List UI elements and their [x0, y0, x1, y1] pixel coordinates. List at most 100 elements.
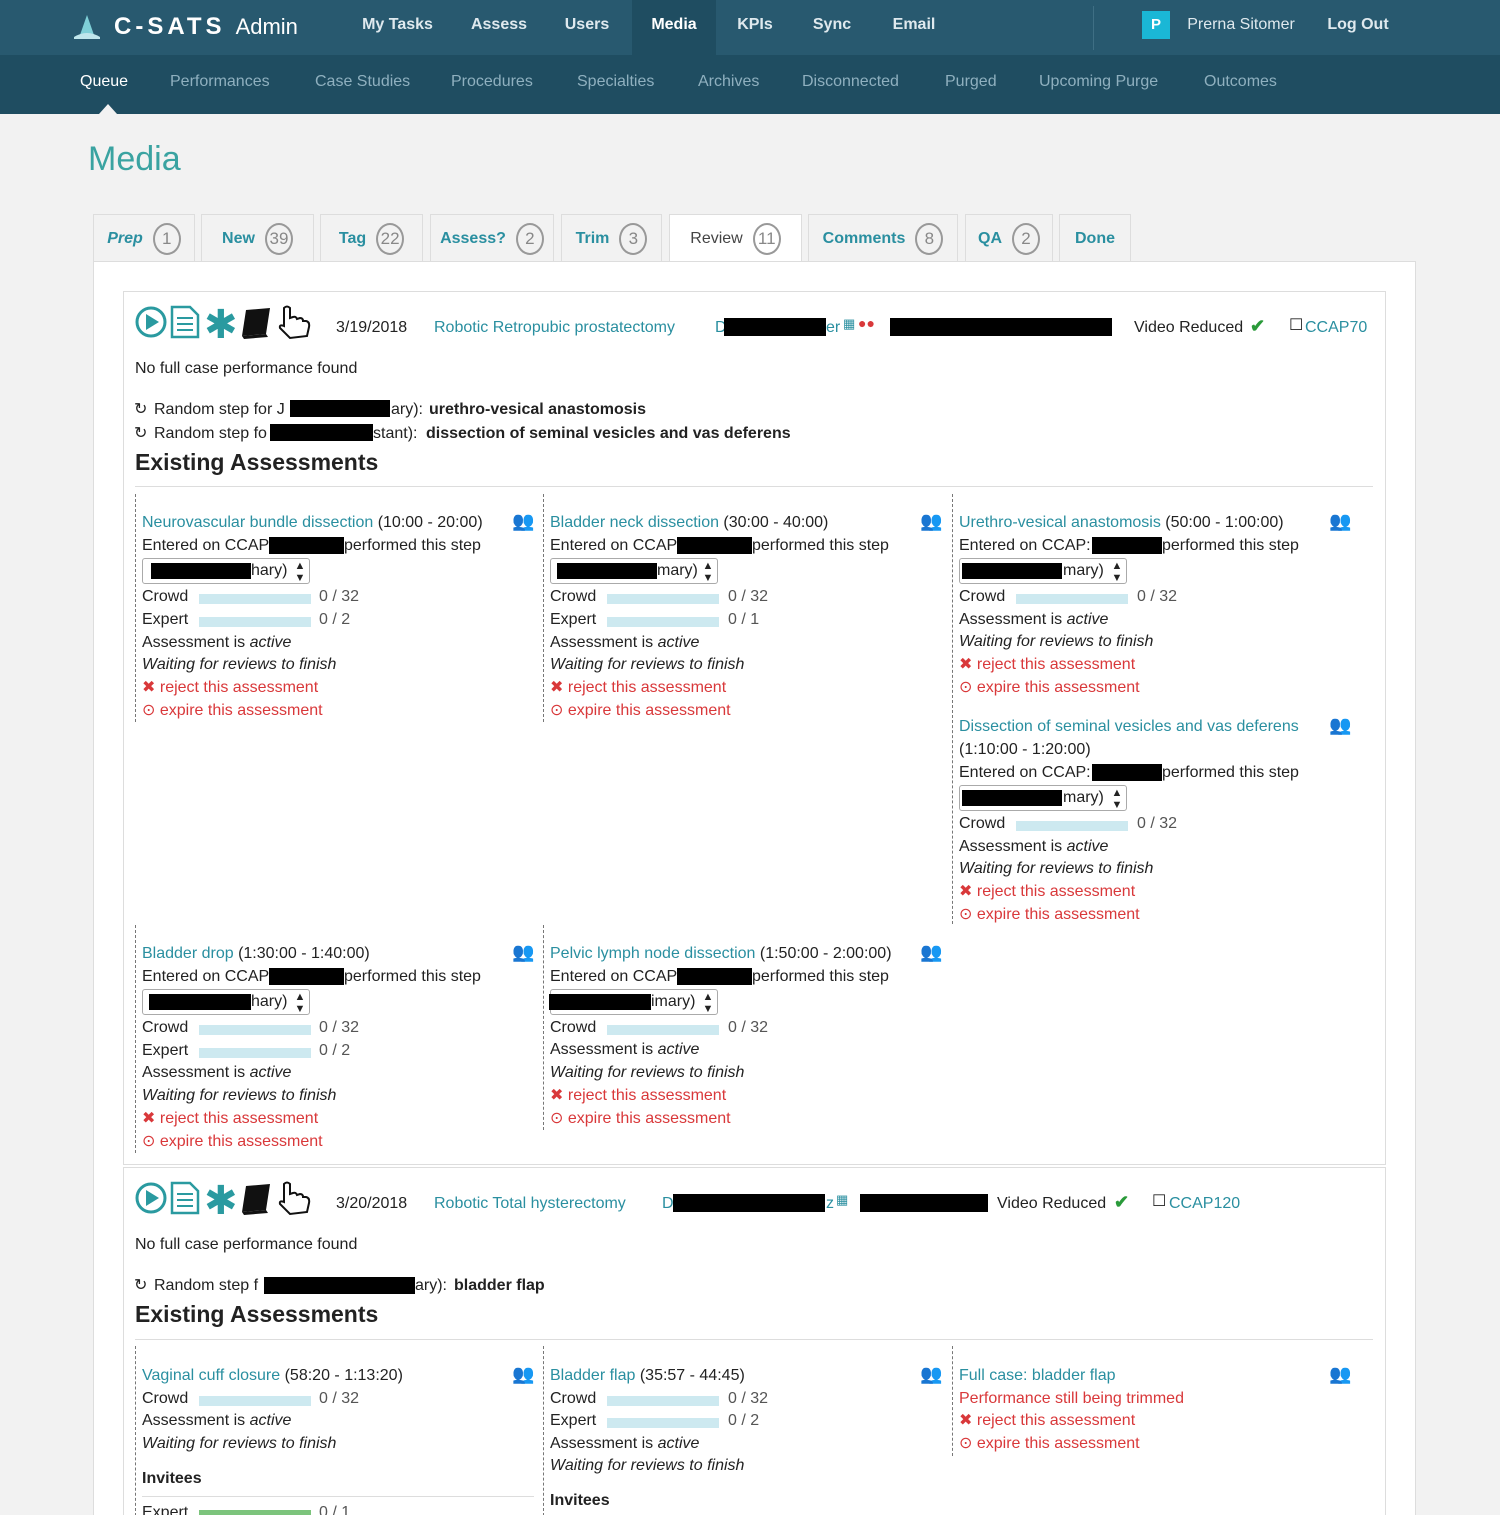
subnav-upcoming-purge[interactable]: Upcoming Purge — [1039, 73, 1158, 91]
nav-media[interactable]: Media — [632, 0, 716, 55]
column-divider — [135, 1346, 136, 1515]
user-name[interactable]: Prerna Sitomer — [1176, 0, 1306, 55]
document-icon[interactable] — [170, 1181, 200, 1215]
team-icon[interactable]: 👥 — [920, 942, 942, 962]
checkbox-icon[interactable]: ☐ — [1152, 1192, 1166, 1212]
assessment-link[interactable]: Bladder flap — [550, 1367, 635, 1384]
team-icon[interactable]: 👥 — [1329, 715, 1351, 735]
expire-link[interactable]: expire this assessment — [568, 702, 731, 719]
checkbox-icon[interactable]: ☐ — [1289, 316, 1303, 336]
tab-assess[interactable]: Assess? 2 — [430, 214, 554, 262]
surgeon-prefix[interactable]: D — [662, 1194, 674, 1214]
nav-my-tasks[interactable]: My Tasks — [346, 0, 449, 55]
status-value: active — [657, 634, 700, 651]
tab-tag[interactable]: Tag 22 — [320, 214, 423, 262]
refresh-icon[interactable]: ↻ — [134, 1276, 147, 1296]
redaction-bar — [677, 968, 752, 985]
play-icon[interactable] — [135, 1182, 167, 1214]
reject-link[interactable]: reject this assessment — [568, 679, 726, 696]
assessment-link[interactable]: Neurovascular bundle dissection — [142, 514, 373, 531]
surgeon-suffix[interactable]: er — [826, 318, 840, 338]
assessment-link[interactable]: Dissection of seminal vesicles and vas d… — [959, 717, 1299, 737]
surgeon-suffix[interactable]: z — [826, 1194, 834, 1214]
brand-logo[interactable]: C-SATS Admin — [72, 10, 298, 44]
hand-pointer-icon[interactable] — [278, 305, 311, 340]
reject-link[interactable]: reject this assessment — [568, 1087, 726, 1104]
procedure-link[interactable]: Robotic Retropubic prostatectomy — [434, 318, 675, 338]
subnav-queue[interactable]: Queue — [80, 73, 128, 91]
random-step-prefix: Random step fo — [154, 425, 267, 442]
subnav-performances[interactable]: Performances — [170, 73, 270, 91]
nav-sync[interactable]: Sync — [800, 0, 864, 55]
assessment-link[interactable]: Bladder neck dissection — [550, 514, 719, 531]
nav-assess[interactable]: Assess — [458, 0, 540, 55]
subnav-disconnected[interactable]: Disconnected — [802, 73, 899, 91]
clock-icon: ⊙ — [550, 1110, 568, 1127]
assessment-link[interactable]: Pelvic lymph node dissection — [550, 945, 755, 962]
tab-review[interactable]: Review 11 — [669, 214, 802, 263]
book-icon[interactable] — [242, 308, 270, 339]
play-icon[interactable] — [135, 306, 167, 338]
team-icon[interactable]: 👥 — [920, 1364, 942, 1384]
tab-prep[interactable]: Prep 1 — [93, 214, 195, 262]
expire-link[interactable]: expire this assessment — [160, 1133, 323, 1150]
tab-new[interactable]: New 39 — [201, 214, 314, 262]
tab-done[interactable]: Done — [1059, 214, 1131, 262]
assessment-link[interactable]: Full case: bladder flap — [959, 1366, 1116, 1386]
expire-link[interactable]: expire this assessment — [568, 1110, 731, 1127]
team-icon[interactable]: 👥 — [512, 511, 534, 531]
subnav-specialties[interactable]: Specialties — [577, 73, 654, 91]
procedure-link[interactable]: Robotic Total hysterectomy — [434, 1194, 626, 1214]
expire-link[interactable]: expire this assessment — [977, 906, 1140, 923]
subnav-case-studies[interactable]: Case Studies — [315, 73, 410, 91]
team-icon[interactable]: 👥 — [1329, 1364, 1351, 1384]
nav-email[interactable]: Email — [876, 0, 952, 55]
nav-kpis[interactable]: KPIs — [724, 0, 786, 55]
entered-on-label: Entered on CCAP — [142, 537, 270, 554]
ccap-link[interactable]: CCAP70 — [1305, 318, 1367, 338]
refresh-icon[interactable]: ↻ — [134, 400, 147, 420]
subnav-purged[interactable]: Purged — [945, 73, 997, 91]
reject-link[interactable]: reject this assessment — [977, 656, 1135, 673]
clock-icon: ⊙ — [142, 702, 160, 719]
assessment-link[interactable]: Bladder drop — [142, 945, 234, 962]
ccap-link[interactable]: CCAP120 — [1169, 1194, 1240, 1214]
team-icon[interactable]: 👥 — [512, 942, 534, 962]
book-icon[interactable] — [242, 1184, 270, 1215]
nav-users[interactable]: Users — [550, 0, 624, 55]
expire-link[interactable]: expire this assessment — [977, 1435, 1140, 1452]
expert-count: 0 / 2 — [728, 1412, 760, 1429]
assessment-link[interactable]: Urethro-vesical anastomosis — [959, 514, 1161, 531]
subnav-outcomes[interactable]: Outcomes — [1204, 73, 1277, 91]
assessment-link[interactable]: Vaginal cuff closure — [142, 1367, 280, 1384]
team-icon[interactable]: 👥 — [920, 511, 942, 531]
reject-link[interactable]: reject this assessment — [160, 679, 318, 696]
subnav-procedures[interactable]: Procedures — [451, 73, 533, 91]
team-icon[interactable]: 👥 — [1329, 511, 1351, 531]
performer-select[interactable]: mary) ▲ ▼ — [959, 785, 1127, 811]
performer-select[interactable]: hary) ▲ ▼ — [142, 989, 310, 1015]
entered-on-label: Entered on CCAP: — [959, 764, 1091, 781]
subnav-archives[interactable]: Archives — [698, 73, 759, 91]
hand-pointer-icon[interactable] — [278, 1181, 311, 1216]
logout-link[interactable]: Log Out — [1318, 0, 1398, 55]
asterisk-icon[interactable]: ✱ — [204, 304, 238, 340]
performer-select[interactable]: mary) ▲ ▼ — [959, 558, 1127, 584]
performer-select[interactable]: mary) ▲ ▼ — [550, 558, 718, 584]
performer-select[interactable]: imary) ▲ ▼ — [549, 989, 718, 1015]
performer-select[interactable]: hary) ▲ ▼ — [142, 558, 310, 584]
reject-link[interactable]: reject this assessment — [977, 883, 1135, 900]
tab-trim[interactable]: Trim 3 — [561, 214, 662, 262]
expire-link[interactable]: expire this assessment — [160, 702, 323, 719]
refresh-icon[interactable]: ↻ — [134, 424, 147, 444]
user-avatar[interactable]: P — [1142, 11, 1170, 39]
expire-link[interactable]: expire this assessment — [977, 679, 1140, 696]
tab-qa[interactable]: QA 2 — [965, 214, 1053, 262]
reject-link[interactable]: reject this assessment — [977, 1412, 1135, 1429]
tab-comments[interactable]: Comments 8 — [808, 214, 958, 262]
reject-link[interactable]: reject this assessment — [160, 1110, 318, 1127]
asterisk-icon[interactable]: ✱ — [204, 1180, 238, 1216]
document-icon[interactable] — [170, 305, 200, 339]
redaction-bar — [290, 400, 390, 417]
team-icon[interactable]: 👥 — [512, 1364, 534, 1384]
